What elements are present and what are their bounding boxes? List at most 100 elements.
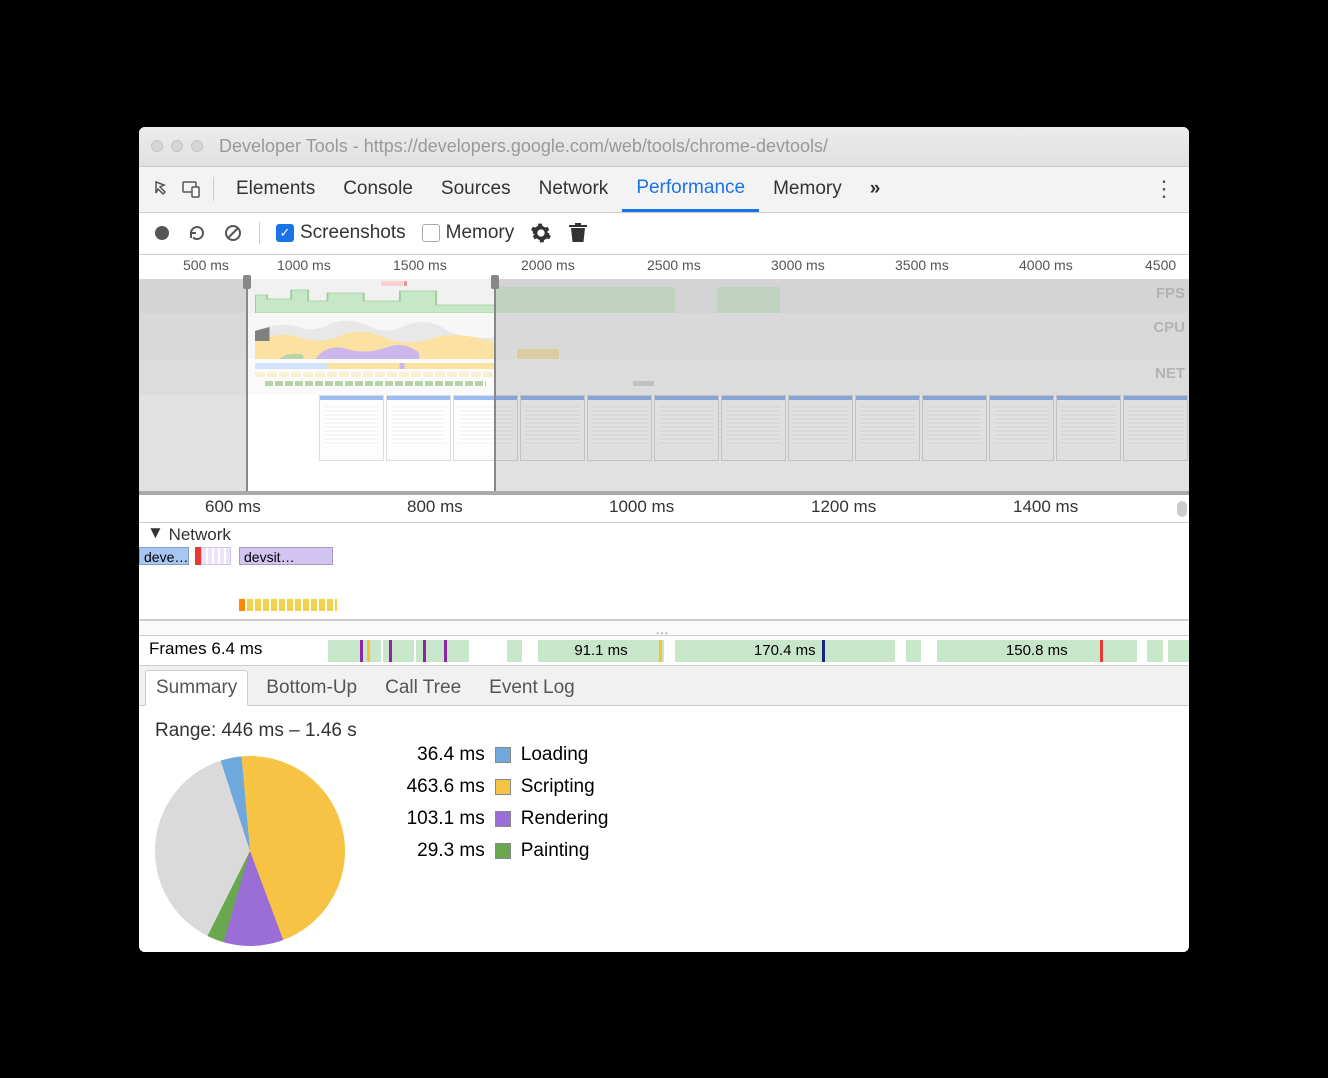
legend-row: 103.1 msRendering: [385, 808, 609, 830]
subtab-summary[interactable]: Summary: [145, 670, 248, 706]
clear-button[interactable]: [223, 223, 243, 243]
legend-row: 29.3 ms Painting: [385, 840, 609, 862]
traffic-lights: [151, 140, 203, 152]
frame-block[interactable]: 91.1 ms: [538, 640, 664, 662]
screenshot-thumb[interactable]: [386, 395, 451, 461]
network-section-header[interactable]: ▼ Network: [139, 523, 1189, 547]
close-window-button[interactable]: [151, 140, 163, 152]
tab-performance[interactable]: Performance: [622, 167, 759, 212]
ov-tick: 2500 ms: [647, 257, 701, 273]
tab-network[interactable]: Network: [525, 167, 623, 212]
devtools-window: Developer Tools - https://developers.goo…: [139, 127, 1189, 952]
network-label: Network: [169, 525, 231, 544]
frame-block[interactable]: [383, 640, 415, 662]
net-lane: NET: [139, 359, 1189, 395]
legend-value: 463.6 ms: [385, 776, 485, 798]
frame-block[interactable]: [1147, 640, 1163, 662]
reload-button[interactable]: [187, 223, 207, 243]
fps-lane: FPS: [139, 279, 1189, 313]
screenshot-thumb[interactable]: [587, 395, 652, 461]
network-entry[interactable]: devsit…: [239, 547, 333, 565]
window-title: Developer Tools - https://developers.goo…: [219, 136, 828, 157]
tab-sources[interactable]: Sources: [427, 167, 525, 212]
memory-checkbox[interactable]: Memory: [422, 222, 515, 244]
frames-label: Frames 6.4 ms: [149, 639, 262, 659]
screenshot-thumb[interactable]: [1056, 395, 1121, 461]
network-entry-wait: [247, 599, 337, 611]
frame-mark: [444, 640, 447, 662]
device-toggle-icon[interactable]: [177, 175, 205, 203]
frame-block[interactable]: 150.8 ms: [937, 640, 1137, 662]
network-entry-wait: [201, 547, 231, 565]
frame-mark: [423, 640, 426, 662]
frame-block[interactable]: 170.4 ms: [675, 640, 896, 662]
screenshot-thumb[interactable]: [319, 395, 384, 461]
network-section[interactable]: ▼ Network deve… devsit…: [139, 523, 1189, 620]
overview-timeline[interactable]: 500 ms 1000 ms 1500 ms 2000 ms 2500 ms 3…: [139, 255, 1189, 495]
ov-tick: 1500 ms: [393, 257, 447, 273]
subtab-event-log[interactable]: Event Log: [479, 671, 585, 705]
fps-label: FPS: [1156, 285, 1185, 302]
network-rows: deve… devsit…: [139, 547, 1189, 619]
screenshots-label: Screenshots: [300, 222, 406, 244]
collapsed-sections-icon[interactable]: …: [139, 620, 1189, 636]
screenshot-thumb[interactable]: [788, 395, 853, 461]
settings-gear-icon[interactable]: [530, 222, 552, 244]
detail-ruler[interactable]: 600 ms 800 ms 1000 ms 1200 ms 1400 ms: [139, 495, 1189, 523]
legend-value: 29.3 ms: [385, 840, 485, 862]
cpu-lane: CPU: [139, 313, 1189, 359]
screenshot-thumb[interactable]: [989, 395, 1054, 461]
frame-mark: [822, 640, 825, 662]
tab-elements[interactable]: Elements: [222, 167, 329, 212]
screenshot-thumb[interactable]: [453, 395, 518, 461]
subtab-bottom-up[interactable]: Bottom-Up: [256, 671, 367, 705]
titlebar: Developer Tools - https://developers.goo…: [139, 127, 1189, 167]
frame-mark: [1100, 640, 1103, 662]
legend-swatch: [495, 747, 511, 763]
legend-row: 36.4 msLoading: [385, 744, 609, 766]
tabs-more-icon[interactable]: »: [856, 167, 895, 212]
screenshot-thumb[interactable]: [855, 395, 920, 461]
screenshot-thumb[interactable]: [1123, 395, 1188, 461]
screenshot-thumb[interactable]: [654, 395, 719, 461]
screenshots-checkbox[interactable]: ✓ Screenshots: [276, 222, 406, 244]
frame-block[interactable]: [906, 640, 922, 662]
checkbox-unchecked-icon: [422, 224, 440, 242]
screenshot-thumb[interactable]: [520, 395, 585, 461]
memory-label: Memory: [446, 222, 515, 244]
detail-tick: 1200 ms: [811, 497, 876, 517]
ov-tick: 3500 ms: [895, 257, 949, 273]
legend-swatch: [495, 843, 511, 859]
subtab-call-tree[interactable]: Call Tree: [375, 671, 471, 705]
screenshot-strip[interactable]: [139, 395, 1189, 465]
frame-block[interactable]: [1168, 640, 1189, 662]
network-entry[interactable]: deve…: [139, 547, 189, 565]
minimize-window-button[interactable]: [171, 140, 183, 152]
ov-tick: 3000 ms: [771, 257, 825, 273]
ov-tick: 4500: [1145, 257, 1176, 273]
screenshot-thumb[interactable]: [922, 395, 987, 461]
legend-label: Scripting: [521, 776, 595, 798]
frame-block[interactable]: [507, 640, 523, 662]
delete-trash-icon[interactable]: [568, 222, 588, 244]
frame-block[interactable]: [328, 640, 381, 662]
tab-memory[interactable]: Memory: [759, 167, 856, 212]
cpu-label: CPU: [1153, 319, 1185, 336]
screenshot-thumb[interactable]: [721, 395, 786, 461]
frame-mark: [659, 640, 662, 662]
frame-mark: [360, 640, 363, 662]
checkbox-checked-icon: ✓: [276, 224, 294, 242]
inspect-icon[interactable]: [149, 175, 177, 203]
summary-legend: 36.4 msLoading 463.6 ms Scripting 103.1 msR…: [385, 744, 609, 938]
record-button[interactable]: [153, 224, 171, 242]
legend-swatch: [495, 779, 511, 795]
frames-row[interactable]: Frames 6.4 ms 91.1 ms 170.4 ms 150.8 ms: [139, 636, 1189, 666]
vertical-scrollbar[interactable]: [1177, 501, 1187, 517]
ov-tick: 2000 ms: [521, 257, 575, 273]
zoom-window-button[interactable]: [191, 140, 203, 152]
tab-console[interactable]: Console: [329, 167, 427, 212]
kebab-menu-icon[interactable]: ⋮: [1149, 174, 1179, 204]
legend-label: Painting: [521, 840, 590, 862]
net-label: NET: [1155, 365, 1185, 382]
ov-tick: 4000 ms: [1019, 257, 1073, 273]
